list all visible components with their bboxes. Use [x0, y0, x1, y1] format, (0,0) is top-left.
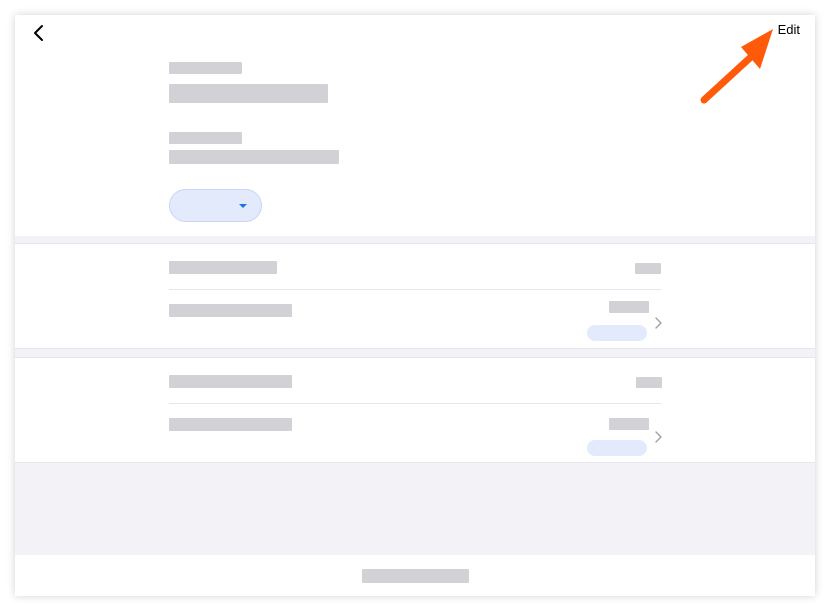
field-value-1 — [169, 84, 328, 103]
edit-button[interactable]: Edit — [778, 21, 800, 39]
link-row-value — [609, 301, 649, 313]
link-row-badge — [587, 325, 647, 341]
chevron-right-icon — [655, 317, 662, 329]
section-row-value — [636, 377, 662, 388]
back-button[interactable] — [25, 19, 53, 47]
detail-section-1 — [15, 243, 815, 349]
chevron-left-icon — [34, 25, 43, 41]
footer-bar — [15, 555, 815, 596]
caret-down-icon — [238, 203, 247, 208]
section-link-row[interactable] — [15, 290, 815, 350]
link-row-badge — [587, 440, 647, 456]
link-row-label — [169, 418, 292, 431]
section-link-row[interactable] — [15, 404, 815, 464]
section-row-value — [635, 263, 661, 274]
field-label-1 — [169, 62, 242, 74]
footer-action[interactable] — [362, 569, 469, 583]
field-value-2 — [169, 150, 339, 164]
field-label-2 — [169, 132, 242, 144]
link-row-label — [169, 304, 292, 317]
app-window: Edit — [15, 15, 815, 596]
header-card: Edit — [15, 15, 815, 236]
status-dropdown[interactable] — [169, 189, 262, 222]
section-row-label — [169, 261, 277, 274]
detail-section-2 — [15, 357, 815, 463]
chevron-right-icon — [655, 431, 662, 443]
link-row-value — [609, 418, 649, 430]
section-row-label — [169, 375, 292, 388]
